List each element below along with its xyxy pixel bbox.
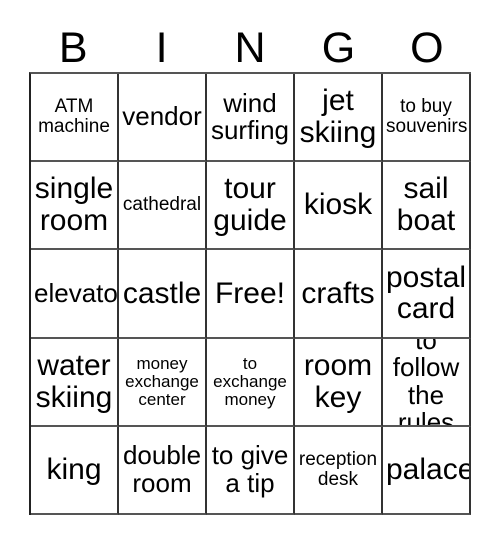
bingo-cell-label: money exchange center: [125, 353, 199, 409]
bingo-cell[interactable]: castle: [119, 250, 207, 339]
bingo-cell-label: vendor: [122, 101, 202, 132]
bingo-cell[interactable]: crafts: [295, 250, 383, 339]
bingo-cell-label: single room: [34, 172, 114, 238]
bingo-header-letter-b: B: [58, 24, 88, 72]
bingo-cell[interactable]: palace: [383, 426, 471, 515]
bingo-header-letter-o: O: [410, 24, 444, 72]
bingo-free-space-cell[interactable]: Free!: [207, 250, 295, 339]
bingo-cell-label: cathedral: [122, 194, 202, 216]
bingo-cell[interactable]: sail boat: [383, 162, 471, 251]
bingo-cell-label: sail boat: [396, 172, 456, 238]
bingo-cell-label: palace: [386, 452, 471, 486]
bingo-cell[interactable]: king: [31, 426, 119, 515]
bingo-cell[interactable]: kiosk: [295, 162, 383, 251]
bingo-cell[interactable]: double room: [119, 426, 207, 515]
bingo-cell[interactable]: jet skiing: [295, 74, 383, 163]
bingo-cell-label: reception desk: [298, 448, 378, 490]
bingo-cell[interactable]: ATM machine: [31, 74, 119, 163]
bingo-cell-label: crafts: [301, 276, 375, 310]
bingo-header-letter-n: N: [234, 24, 266, 72]
bingo-cell[interactable]: vendor: [119, 74, 207, 163]
bingo-cell-label: to follow the rules: [392, 338, 460, 427]
bingo-cell[interactable]: to buy souvenirs: [383, 74, 471, 163]
bingo-header-row: BINGO: [29, 18, 471, 72]
bingo-cell[interactable]: postal card: [383, 250, 471, 339]
bingo-cell-label: double room: [122, 440, 202, 498]
bingo-cell[interactable]: to exchange money: [207, 338, 295, 427]
bingo-cell-label: to buy souvenirs: [386, 95, 468, 138]
bingo-cell[interactable]: elevator: [31, 250, 119, 339]
bingo-cell[interactable]: to follow the rules: [383, 338, 471, 427]
bingo-cell[interactable]: wind surfing: [207, 74, 295, 163]
bingo-cell-label: wind surfing: [210, 87, 290, 146]
bingo-cell[interactable]: money exchange center: [119, 338, 207, 427]
bingo-header-letter-g: G: [321, 24, 356, 72]
bingo-cell[interactable]: tour guide: [207, 162, 295, 251]
bingo-cell[interactable]: water skiing: [31, 338, 119, 427]
bingo-cell[interactable]: cathedral: [119, 162, 207, 251]
bingo-cell-label: kiosk: [303, 188, 373, 222]
bingo-cell[interactable]: to give a tip: [207, 426, 295, 515]
bingo-cell-label: ATM machine: [38, 95, 110, 138]
bingo-cell-label: tour guide: [213, 172, 287, 238]
bingo-cell-label: castle: [122, 276, 202, 310]
bingo-cell-label: king: [46, 452, 102, 486]
bingo-cell-label: elevator: [34, 277, 119, 308]
bingo-cell-label: water skiing: [35, 348, 113, 414]
bingo-card: B I N G O ATM machine vendor wind surfing jet s…: [0, 0, 500, 544]
bingo-cell-label: to give a tip: [211, 440, 289, 498]
bingo-cell-label: room key: [303, 348, 373, 414]
bingo-cell[interactable]: single room: [31, 162, 119, 251]
bingo-cell-label: to exchange money: [213, 353, 287, 409]
bingo-cell-label: postal card: [386, 260, 467, 326]
bingo-header-letter-i: I: [155, 24, 168, 72]
bingo-cell[interactable]: room key: [295, 338, 383, 427]
bingo-cell-label: jet skiing: [299, 84, 377, 150]
bingo-grid: ATM machine vendor wind surfing jet skiing t…: [29, 72, 471, 515]
bingo-cell[interactable]: reception desk: [295, 426, 383, 515]
bingo-cell-label: Free!: [214, 276, 286, 310]
